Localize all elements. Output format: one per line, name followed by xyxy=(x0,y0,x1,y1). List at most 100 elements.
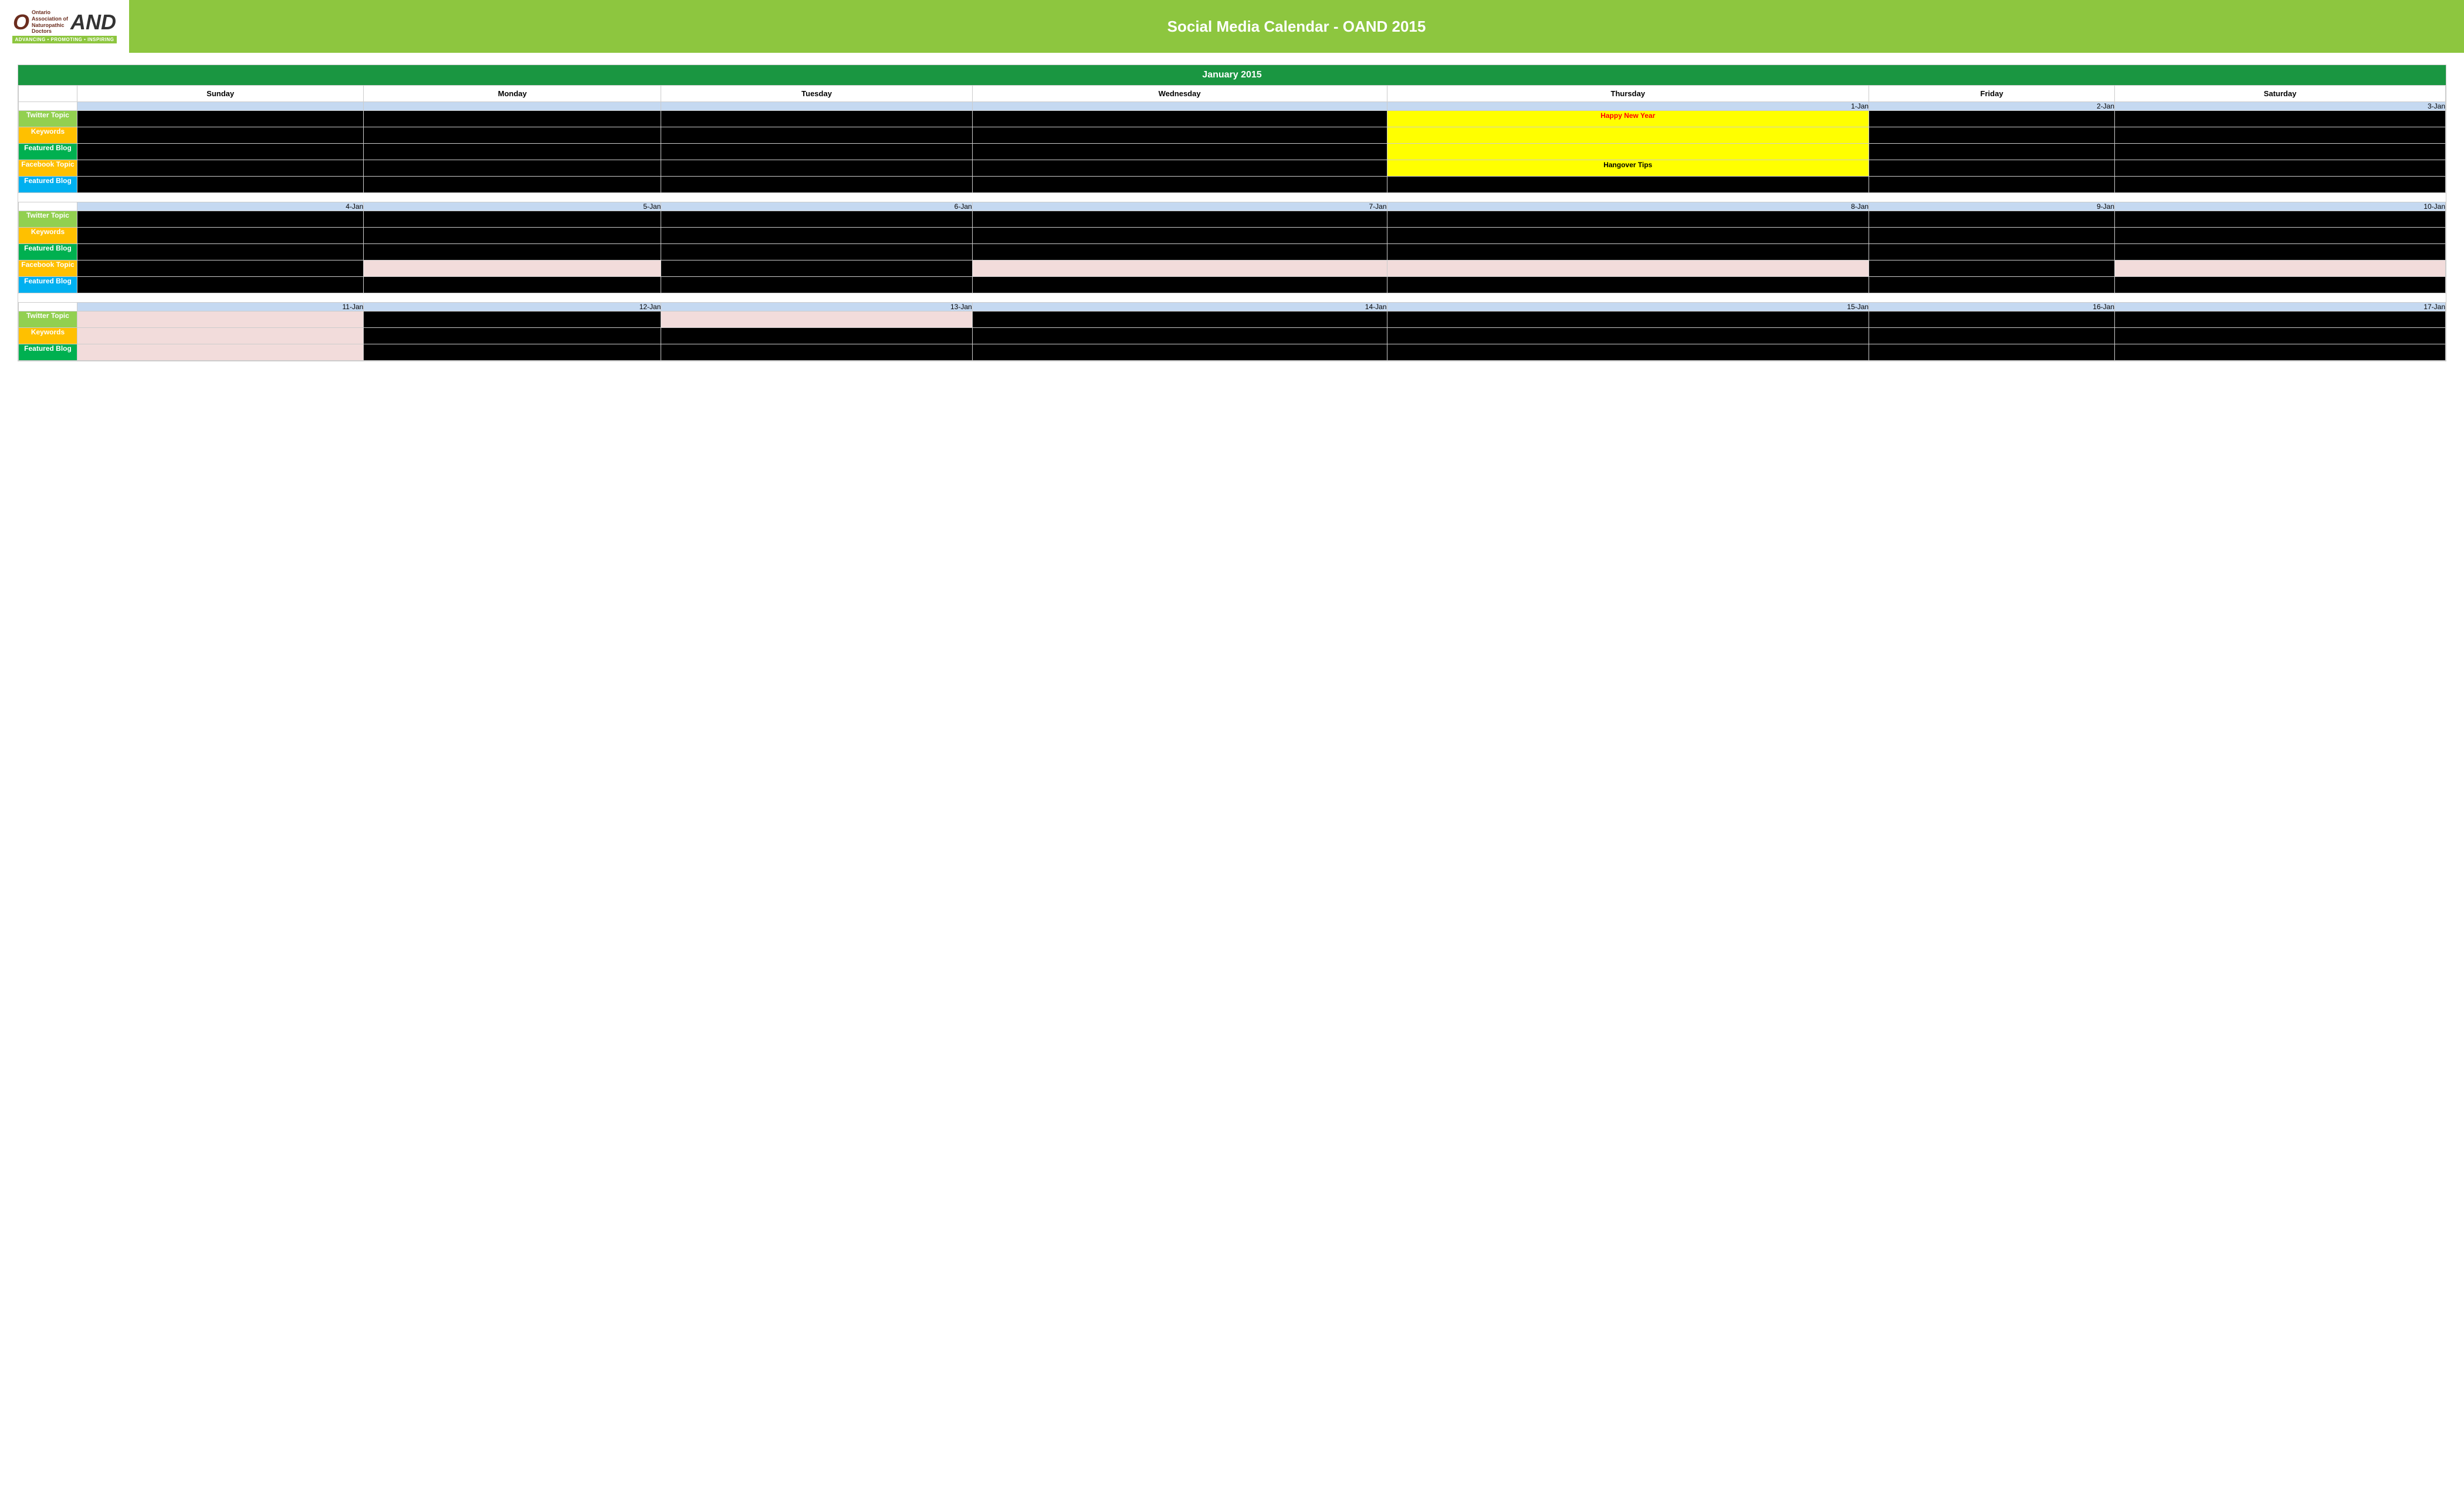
week3-mon-date: 12-Jan xyxy=(364,303,661,312)
week1-kw-sun xyxy=(77,127,364,144)
week2-featured2-row: Featured Blog xyxy=(19,277,2446,293)
week1-feat-sun xyxy=(77,144,364,160)
week1-twitter-fri xyxy=(1869,111,2115,127)
week2-feat-sat xyxy=(2115,244,2446,260)
week2-label-spacer xyxy=(19,202,77,211)
week1-feat-tue xyxy=(661,144,972,160)
week2-fb-mon xyxy=(364,260,661,277)
week1-dates-row: 1-Jan 2-Jan 3-Jan xyxy=(19,102,2446,111)
week2-twitter-mon xyxy=(364,211,661,228)
spacer-row-1 xyxy=(19,193,2446,202)
week2-featured2-label: Featured Blog xyxy=(19,277,77,293)
week3-kw-wed xyxy=(972,328,1387,344)
spacer-row-2 xyxy=(19,293,2446,303)
week1-feat-mon xyxy=(364,144,661,160)
week1-feat-wed xyxy=(972,144,1387,160)
week1-featured-label: Featured Blog xyxy=(19,144,77,160)
week1-feat-thu xyxy=(1387,144,1869,160)
week2-twitter-sat xyxy=(2115,211,2446,228)
week1-featured2-row: Featured Blog xyxy=(19,177,2446,193)
week2-kw-tue xyxy=(661,228,972,244)
week2-keywords-label: Keywords xyxy=(19,228,77,244)
week1-fb-wed xyxy=(972,160,1387,177)
week2-feat-mon xyxy=(364,244,661,260)
week1-fb-tue xyxy=(661,160,972,177)
week2-twitter-sun xyxy=(77,211,364,228)
week1-fb-thu: Hangover Tips xyxy=(1387,160,1869,177)
week3-twitter-mon xyxy=(364,312,661,328)
week2-keywords-row: Keywords xyxy=(19,228,2446,244)
week2-mon-date: 5-Jan xyxy=(364,202,661,211)
week1-fb-mon xyxy=(364,160,661,177)
week1-twitter-wed xyxy=(972,111,1387,127)
week2-dates-row: 4-Jan 5-Jan 6-Jan 7-Jan 8-Jan 9-Jan 10-J… xyxy=(19,202,2446,211)
week1-featured2-label: Featured Blog xyxy=(19,177,77,193)
col-saturday: Saturday xyxy=(2115,86,2446,102)
week2-kw-sun xyxy=(77,228,364,244)
week1-sat-date: 3-Jan xyxy=(2115,102,2446,111)
week3-twitter-sun xyxy=(77,312,364,328)
week1-feat2-thu xyxy=(1387,177,1869,193)
hangover-tips-text: Hangover Tips xyxy=(1603,161,1652,169)
col-sunday: Sunday xyxy=(77,86,364,102)
week2-kw-sat xyxy=(2115,228,2446,244)
week1-sun-date xyxy=(77,102,364,111)
week1-feat2-fri xyxy=(1869,177,2115,193)
calendar-table: Sunday Monday Tuesday Wednesday Thursday… xyxy=(18,85,2446,361)
week1-label-spacer xyxy=(19,102,77,111)
week1-feat2-sat xyxy=(2115,177,2446,193)
week3-kw-sat xyxy=(2115,328,2446,344)
week2-kw-fri xyxy=(1869,228,2115,244)
week2-feat2-tue xyxy=(661,277,972,293)
col-tuesday: Tuesday xyxy=(661,86,972,102)
week3-keywords-label: Keywords xyxy=(19,328,77,344)
week1-tue-date xyxy=(661,102,972,111)
week1-mon-date xyxy=(364,102,661,111)
col-wednesday: Wednesday xyxy=(972,86,1387,102)
week3-tue-date: 13-Jan xyxy=(661,303,972,312)
week2-kw-thu xyxy=(1387,228,1869,244)
week2-twitter-row: Twitter Topic xyxy=(19,211,2446,228)
week1-thu-date: 1-Jan xyxy=(1387,102,1869,111)
logo: O OntarioAssociation ofNaturopathicDocto… xyxy=(13,9,116,35)
week1-kw-tue xyxy=(661,127,972,144)
week1-twitter-mon xyxy=(364,111,661,127)
week1-feat2-tue xyxy=(661,177,972,193)
week3-feat-mon xyxy=(364,344,661,361)
week3-kw-sun xyxy=(77,328,364,344)
week2-fb-sat xyxy=(2115,260,2446,277)
week2-feat2-thu xyxy=(1387,277,1869,293)
week2-feat-tue xyxy=(661,244,972,260)
week3-feat-fri xyxy=(1869,344,2115,361)
week3-dates-row: 11-Jan 12-Jan 13-Jan 14-Jan 15-Jan 16-Ja… xyxy=(19,303,2446,312)
week2-fb-tue xyxy=(661,260,972,277)
week2-featured-row: Featured Blog xyxy=(19,244,2446,260)
week2-kw-mon xyxy=(364,228,661,244)
week2-fb-fri xyxy=(1869,260,2115,277)
week3-kw-mon xyxy=(364,328,661,344)
week3-feat-sun xyxy=(77,344,364,361)
week3-feat-wed xyxy=(972,344,1387,361)
week1-kw-wed xyxy=(972,127,1387,144)
week1-feat-sat xyxy=(2115,144,2446,160)
week1-feat2-wed xyxy=(972,177,1387,193)
calendar-wrapper: January 2015 Sunday Monday Tuesday Wedne… xyxy=(18,65,2446,361)
week2-twitter-wed xyxy=(972,211,1387,228)
week2-fb-sun xyxy=(77,260,364,277)
week2-feat-wed xyxy=(972,244,1387,260)
logo-tagline: ADVANCING • PROMOTING • INSPIRING xyxy=(12,36,116,43)
week2-kw-wed xyxy=(972,228,1387,244)
week1-fb-sat xyxy=(2115,160,2446,177)
week2-feat-sun xyxy=(77,244,364,260)
week2-feat2-sat xyxy=(2115,277,2446,293)
week1-feat2-mon xyxy=(364,177,661,193)
week1-fb-fri xyxy=(1869,160,2115,177)
week3-feat-thu xyxy=(1387,344,1869,361)
week3-twitter-label: Twitter Topic xyxy=(19,312,77,328)
week3-wed-date: 14-Jan xyxy=(972,303,1387,312)
week2-twitter-fri xyxy=(1869,211,2115,228)
week-spacer-2 xyxy=(19,293,2446,303)
week3-twitter-wed xyxy=(972,312,1387,328)
week3-feat-tue xyxy=(661,344,972,361)
month-header: January 2015 xyxy=(18,65,2446,85)
